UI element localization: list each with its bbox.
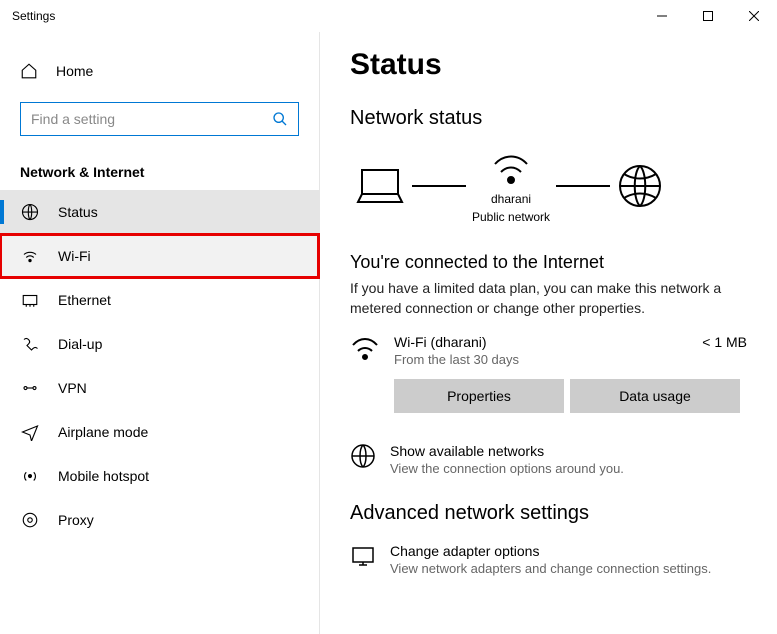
sidebar-item-vpn[interactable]: VPN	[0, 366, 319, 410]
laptop-icon	[354, 164, 406, 208]
home-nav[interactable]: Home	[0, 52, 319, 90]
connection-name: Wi-Fi (dharani)	[394, 334, 688, 350]
ethernet-icon	[20, 291, 40, 309]
minimize-button[interactable]	[639, 0, 685, 32]
sidebar-item-hotspot[interactable]: Mobile hotspot	[0, 454, 319, 498]
connected-desc: If you have a limited data plan, you can…	[350, 279, 747, 318]
connected-title: You're connected to the Internet	[350, 252, 747, 273]
page-title: Status	[350, 48, 747, 82]
properties-button[interactable]: Properties	[394, 379, 564, 413]
dialup-icon	[20, 335, 40, 353]
diagram-nettype: Public network	[472, 210, 550, 224]
vpn-icon	[20, 379, 40, 397]
sidebar-item-label: VPN	[58, 380, 87, 396]
sidebar-item-label: Status	[58, 204, 98, 220]
show-networks-title: Show available networks	[390, 443, 624, 459]
sidebar-item-ethernet[interactable]: Ethernet	[0, 278, 319, 322]
show-networks-link[interactable]: Show available networks View the connect…	[350, 443, 747, 476]
sidebar-item-wifi[interactable]: Wi-Fi	[0, 234, 319, 278]
sidebar-item-label: Airplane mode	[58, 424, 148, 440]
titlebar: Settings	[0, 0, 777, 32]
maximize-button[interactable]	[685, 0, 731, 32]
proxy-icon	[20, 511, 40, 529]
sidebar-item-proxy[interactable]: Proxy	[0, 498, 319, 542]
data-usage-button[interactable]: Data usage	[570, 379, 740, 413]
sidebar-item-airplane[interactable]: Airplane mode	[0, 410, 319, 454]
sidebar-item-label: Dial-up	[58, 336, 102, 352]
globe-icon	[616, 162, 664, 210]
close-button[interactable]	[731, 0, 777, 32]
section-label: Network & Internet	[0, 156, 319, 190]
search-icon	[272, 111, 288, 127]
diagram-ssid: dharani	[491, 192, 531, 206]
wifi-icon	[20, 247, 40, 265]
wifi-conn-icon	[350, 334, 380, 362]
sidebar-item-dialup[interactable]: Dial-up	[0, 322, 319, 366]
show-networks-sub: View the connection options around you.	[390, 461, 624, 476]
search-input[interactable]	[31, 111, 272, 127]
page-subtitle: Network status	[350, 107, 747, 130]
sidebar-item-label: Wi-Fi	[58, 248, 91, 264]
main-panel: Status Network status dharani Public net…	[320, 32, 777, 634]
connection-usage: < 1 MB	[702, 334, 747, 350]
maximize-icon	[703, 11, 713, 21]
airplane-icon	[20, 423, 40, 441]
connection-block: Wi-Fi (dharani) From the last 30 days < …	[350, 334, 747, 367]
minimize-icon	[657, 11, 667, 21]
sidebar-item-label: Ethernet	[58, 292, 111, 308]
status-icon	[20, 203, 40, 221]
window-title: Settings	[12, 9, 55, 23]
globe-small-icon	[350, 443, 376, 469]
home-icon	[20, 62, 38, 80]
home-label: Home	[56, 63, 93, 79]
adapter-icon	[350, 543, 376, 569]
sidebar-item-label: Mobile hotspot	[58, 468, 149, 484]
connection-period: From the last 30 days	[394, 352, 688, 367]
adapter-sub: View network adapters and change connect…	[390, 561, 711, 576]
sidebar-item-status[interactable]: Status	[0, 190, 319, 234]
wifi-diagram-icon	[489, 148, 533, 188]
adapter-options-link[interactable]: Change adapter options View network adap…	[350, 543, 747, 576]
advanced-title: Advanced network settings	[350, 502, 747, 525]
network-diagram: dharani Public network	[354, 148, 747, 224]
adapter-title: Change adapter options	[390, 543, 711, 559]
hotspot-icon	[20, 467, 40, 485]
search-box[interactable]	[20, 102, 299, 136]
sidebar: Home Network & Internet Status Wi-Fi	[0, 32, 320, 634]
close-icon	[749, 11, 759, 21]
sidebar-item-label: Proxy	[58, 512, 94, 528]
